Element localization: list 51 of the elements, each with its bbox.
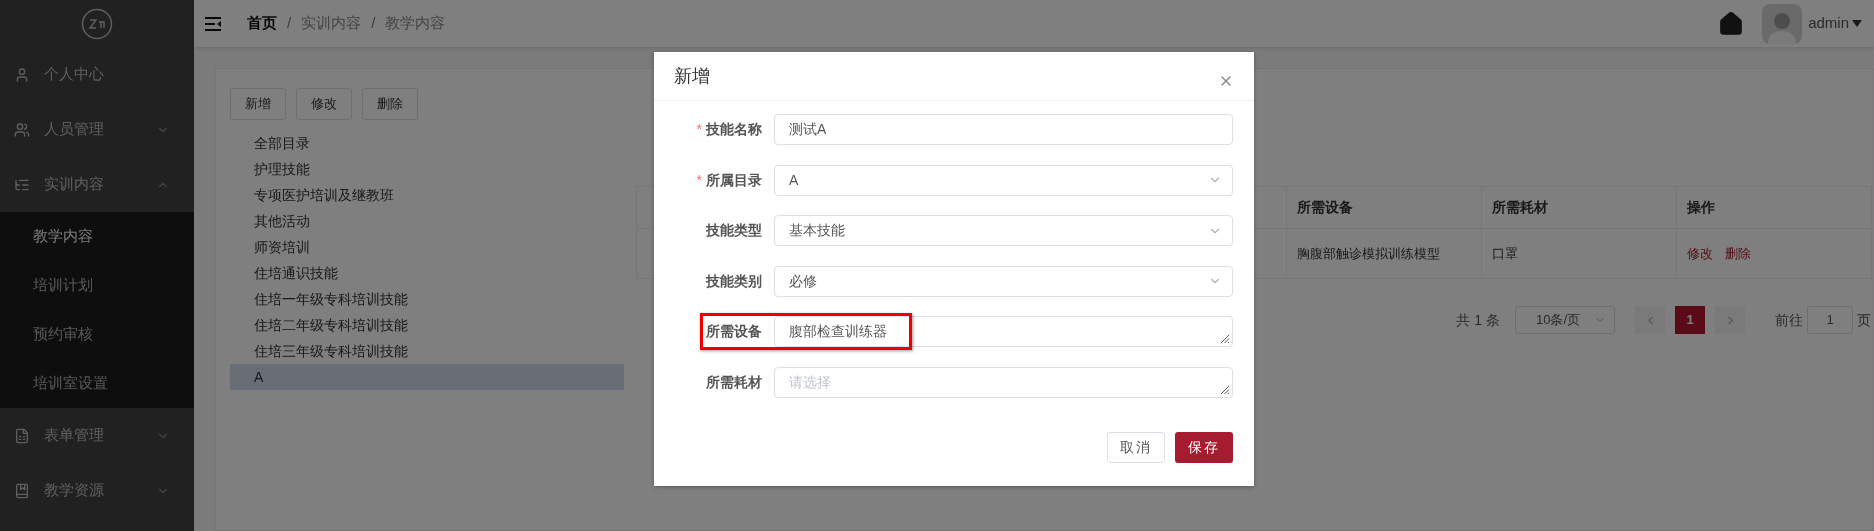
sidebar-item[interactable]: 人员管理 bbox=[0, 102, 194, 157]
required-mark: * bbox=[696, 120, 702, 139]
select-field[interactable]: 必修 bbox=[774, 265, 1233, 297]
select-field[interactable]: 基本技能 bbox=[774, 215, 1233, 246]
table-header-cell: 所需设备 bbox=[1287, 187, 1482, 228]
resize-handle-icon bbox=[1218, 332, 1230, 344]
logo-icon bbox=[81, 7, 113, 40]
field-label: 所属目录 bbox=[706, 170, 762, 190]
table-cell: 胸腹部触诊模拟训练模型 bbox=[1287, 229, 1482, 278]
text-area[interactable]: 腹部检查训练器 bbox=[774, 316, 1233, 347]
field-label: 技能名称 bbox=[706, 120, 762, 139]
goto-suffix: 页 bbox=[1857, 310, 1871, 330]
input-field[interactable]: 测试A bbox=[774, 114, 1233, 145]
total-count: 共 1 条 bbox=[1456, 310, 1500, 330]
page-size-select[interactable]: 10条/页 bbox=[1515, 306, 1615, 334]
tree-item[interactable]: A bbox=[230, 364, 624, 390]
dialog-title: 新增 bbox=[674, 64, 711, 88]
field-label: 所需设备 bbox=[706, 322, 762, 341]
sidebar-item[interactable]: 教学资源 bbox=[0, 463, 194, 518]
breadcrumb-link[interactable]: 首页 bbox=[247, 12, 277, 35]
save-button[interactable]: 保存 bbox=[1175, 432, 1233, 463]
sidebar-item[interactable]: 表单管理 bbox=[0, 408, 194, 463]
table-header-cell: 所需耗材 bbox=[1482, 187, 1677, 228]
submenu-item[interactable]: 培训室设置 bbox=[0, 359, 194, 408]
sidebar-item[interactable]: 实训内容 bbox=[0, 157, 194, 212]
toolbar-button[interactable]: 修改 bbox=[296, 88, 352, 120]
user-name[interactable]: admin bbox=[1808, 12, 1849, 35]
select-field[interactable]: A bbox=[774, 164, 1233, 196]
toolbar-button[interactable]: 删除 bbox=[362, 88, 418, 120]
field-label: 所需耗材 bbox=[706, 372, 762, 392]
goto-label: 前往 bbox=[1775, 310, 1803, 330]
cancel-button[interactable]: 取消 bbox=[1107, 432, 1165, 463]
toolbar-button[interactable]: 新增 bbox=[230, 88, 286, 120]
sidebar-item[interactable]: 个人中心 bbox=[0, 47, 194, 102]
submenu-item[interactable]: 培训计划 bbox=[0, 261, 194, 310]
row-action-link[interactable]: 修改 bbox=[1687, 243, 1713, 264]
goto-page-field[interactable]: 1 bbox=[1807, 306, 1853, 334]
table-cell: 口罩 bbox=[1482, 229, 1677, 278]
submenu-item[interactable]: 教学内容 bbox=[0, 212, 194, 261]
submenu-item[interactable]: 预约审核 bbox=[0, 310, 194, 359]
avatar[interactable] bbox=[1762, 3, 1803, 44]
page-button[interactable]: 1 bbox=[1675, 306, 1705, 334]
breadcrumb-separator: / bbox=[371, 13, 376, 34]
field-label: 技能类型 bbox=[706, 221, 762, 240]
caret-icon[interactable] bbox=[1852, 20, 1862, 27]
field-label: 技能类别 bbox=[706, 271, 762, 291]
required-mark: * bbox=[696, 170, 702, 190]
table-header-cell: 操作 bbox=[1677, 187, 1872, 228]
home-icon[interactable] bbox=[1718, 10, 1745, 37]
row-action-link[interactable]: 删除 bbox=[1725, 243, 1751, 264]
breadcrumb-separator: / bbox=[287, 13, 292, 34]
